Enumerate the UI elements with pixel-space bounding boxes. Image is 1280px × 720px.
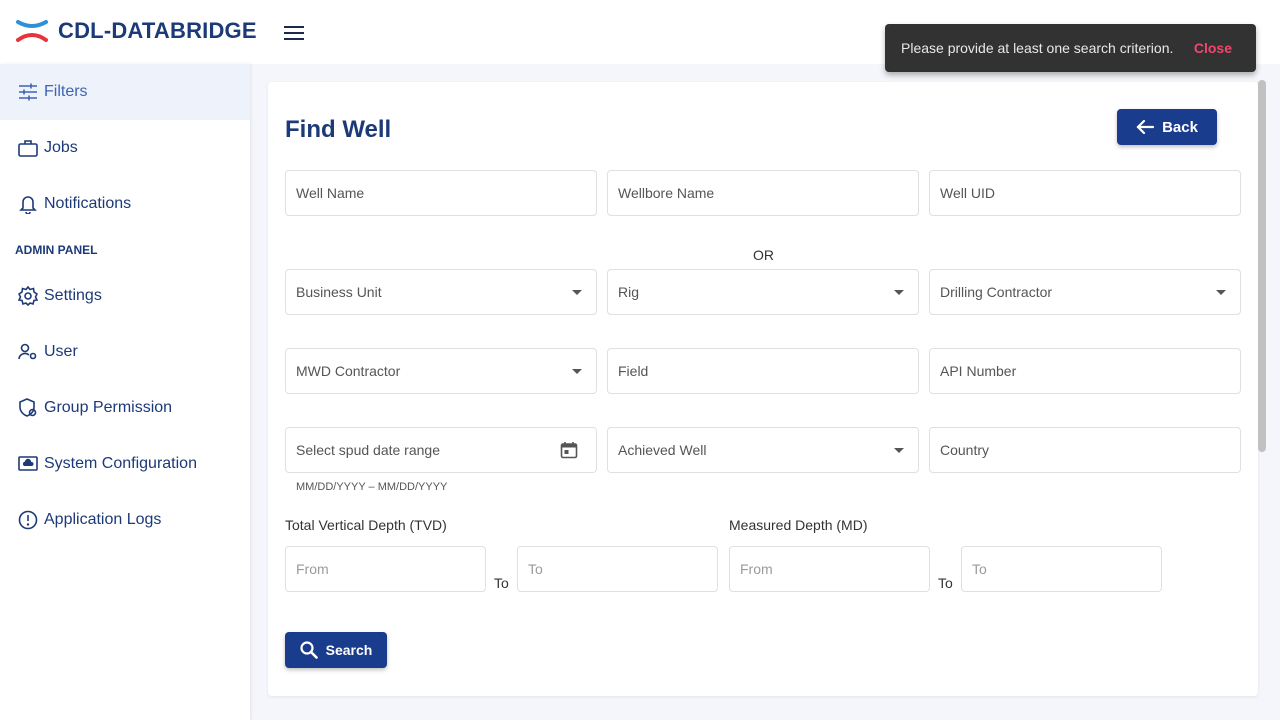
sidebar-item-system-configuration[interactable]: System Configuration bbox=[0, 436, 250, 492]
filters-icon bbox=[18, 82, 38, 102]
databridge-logo-icon bbox=[16, 20, 48, 42]
chevron-down-icon bbox=[1216, 289, 1226, 295]
sidebar: Filters Jobs Notifications ADMIN PANEL S… bbox=[0, 64, 250, 720]
wellbore-name-input[interactable]: Wellbore Name bbox=[607, 170, 919, 216]
sidebar-item-label: Notifications bbox=[44, 195, 132, 212]
sidebar-item-label: System Configuration bbox=[44, 455, 197, 472]
spud-date-range-input[interactable]: Select spud date range bbox=[285, 427, 597, 473]
cloud-monitor-icon bbox=[18, 454, 38, 474]
well-uid-input[interactable]: Well UID bbox=[929, 170, 1241, 216]
sidebar-item-label: Filters bbox=[44, 83, 88, 100]
sidebar-item-group-permission[interactable]: Group Permission bbox=[0, 380, 250, 436]
menu-toggle-icon[interactable] bbox=[284, 26, 304, 42]
user-gear-icon bbox=[18, 342, 38, 362]
app-title: CDL-DATABRIDGE bbox=[58, 18, 257, 43]
sidebar-item-label: Application Logs bbox=[44, 511, 162, 528]
well-name-input[interactable]: Well Name bbox=[285, 170, 597, 216]
search-icon bbox=[300, 641, 318, 659]
chevron-down-icon bbox=[572, 289, 582, 295]
snackbar: Please provide at least one search crite… bbox=[885, 24, 1256, 72]
sidebar-item-user[interactable]: User bbox=[0, 324, 250, 380]
back-button-label: Back bbox=[1162, 118, 1198, 136]
chevron-down-icon bbox=[894, 289, 904, 295]
page-scrollbar[interactable] bbox=[1258, 80, 1266, 452]
gear-icon bbox=[18, 286, 38, 306]
chevron-down-icon bbox=[572, 368, 582, 374]
spud-date-format-hint: MM/DD/YYYY – MM/DD/YYYY bbox=[296, 481, 448, 493]
find-well-card: Find Well Back Well Name Wellbore Name W… bbox=[268, 82, 1258, 696]
sidebar-item-jobs[interactable]: Jobs bbox=[0, 120, 250, 176]
field-input[interactable]: Field bbox=[607, 348, 919, 394]
mwd-contractor-select[interactable]: MWD Contractor bbox=[285, 348, 597, 394]
page-title: Find Well bbox=[285, 116, 392, 143]
back-button[interactable]: Back bbox=[1117, 109, 1217, 145]
app-logo[interactable]: CDL-DATABRIDGE bbox=[16, 18, 257, 44]
api-number-input[interactable]: API Number bbox=[929, 348, 1241, 394]
search-button[interactable]: Search bbox=[285, 632, 387, 668]
sidebar-item-notifications[interactable]: Notifications bbox=[0, 176, 250, 232]
snackbar-close-button[interactable]: Close bbox=[1194, 40, 1232, 56]
md-label: Measured Depth (MD) bbox=[729, 517, 868, 533]
admin-panel-heading: ADMIN PANEL bbox=[15, 243, 98, 257]
tvd-to-separator: To bbox=[494, 575, 509, 591]
tvd-to-input[interactable]: To bbox=[517, 546, 718, 592]
search-button-label: Search bbox=[325, 642, 373, 658]
sidebar-item-label: Jobs bbox=[44, 139, 78, 156]
md-to-separator: To bbox=[938, 575, 953, 591]
country-input[interactable]: Country bbox=[929, 427, 1241, 473]
business-unit-select[interactable]: Business Unit bbox=[285, 269, 597, 315]
drilling-contractor-select[interactable]: Drilling Contractor bbox=[929, 269, 1241, 315]
sidebar-item-label: Group Permission bbox=[44, 399, 173, 416]
achieved-well-select[interactable]: Achieved Well bbox=[607, 427, 919, 473]
arrow-left-icon bbox=[1136, 119, 1155, 135]
calendar-icon[interactable] bbox=[560, 441, 578, 459]
chevron-down-icon bbox=[894, 447, 904, 453]
briefcase-icon bbox=[18, 138, 38, 158]
rig-select[interactable]: Rig bbox=[607, 269, 919, 315]
sidebar-item-label: User bbox=[44, 343, 78, 360]
sidebar-item-settings[interactable]: Settings bbox=[0, 268, 250, 324]
or-divider-label: OR bbox=[753, 247, 774, 263]
shield-icon bbox=[18, 398, 38, 418]
md-from-input[interactable]: From bbox=[729, 546, 930, 592]
tvd-label: Total Vertical Depth (TVD) bbox=[285, 517, 447, 533]
sidebar-item-label: Settings bbox=[44, 287, 102, 304]
md-to-input[interactable]: To bbox=[961, 546, 1162, 592]
tvd-from-input[interactable]: From bbox=[285, 546, 486, 592]
bell-icon bbox=[18, 194, 38, 214]
snackbar-message: Please provide at least one search crite… bbox=[901, 40, 1174, 56]
alert-circle-icon bbox=[18, 510, 38, 530]
sidebar-item-application-logs[interactable]: Application Logs bbox=[0, 492, 250, 548]
sidebar-item-filters[interactable]: Filters bbox=[0, 64, 250, 120]
